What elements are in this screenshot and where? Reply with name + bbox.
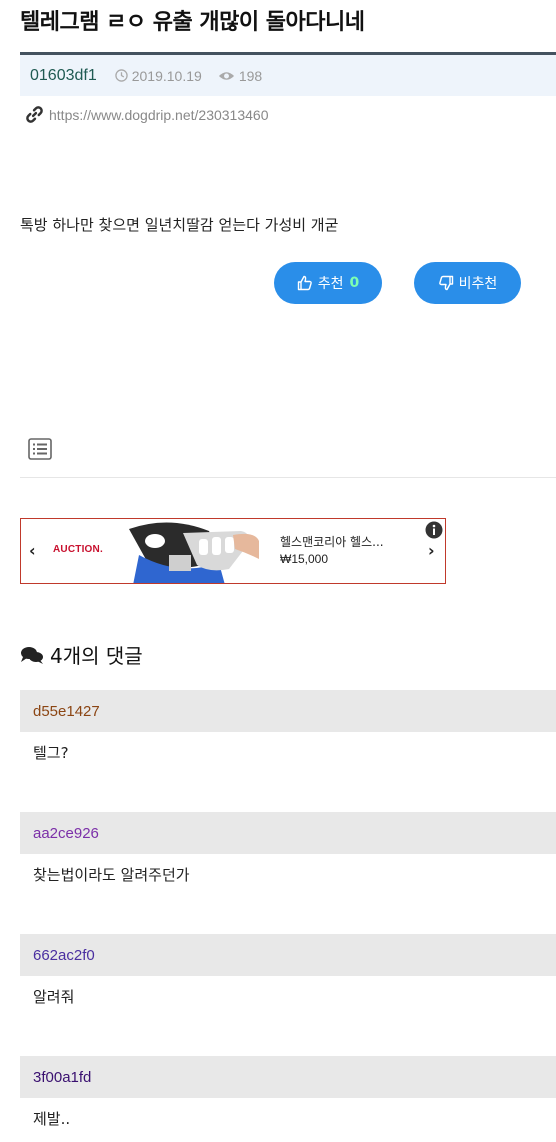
ad-logo: AUCTION. <box>53 544 103 555</box>
ad-prev-button[interactable]: ‹ <box>29 541 36 560</box>
clock-icon <box>115 69 128 82</box>
downvote-label: 비추천 <box>458 276 498 292</box>
comment-text: 제발.. <box>33 1110 71 1128</box>
eye-icon <box>218 71 234 80</box>
comment-author-bar: 3f00a1fd <box>20 1056 556 1098</box>
post-url-row[interactable]: https://www.dogdrip.net/230313460 <box>26 106 269 123</box>
comment-text: 텔그? <box>33 744 69 762</box>
upvote-label: 추천 <box>317 276 344 292</box>
post-title: 텔레그램 ㄹㅇ 유출 개많이 돌아다니네 <box>20 10 365 35</box>
post-views-value: 198 <box>238 67 263 84</box>
post-date-value: 2019.10.19 <box>131 67 202 84</box>
list-icon <box>28 438 52 460</box>
list-button[interactable] <box>28 438 52 464</box>
upvote-count: 0 <box>349 275 360 291</box>
thumbs-up-icon <box>297 275 312 291</box>
comment-text: 찾는법이라도 알려주던가 <box>33 866 190 884</box>
upvote-button[interactable]: 추천 0 <box>274 262 382 304</box>
post-views: 198 <box>218 68 262 84</box>
comments-header: 4개의 댓글 <box>20 640 143 669</box>
ad-product-name[interactable]: 헬스맨코리아 헬스... <box>280 533 384 550</box>
ad-product-image <box>109 519 259 583</box>
comment-author[interactable]: d55e1427 <box>33 703 100 720</box>
post-url[interactable]: https://www.dogdrip.net/230313460 <box>49 107 269 123</box>
comment-author-bar: d55e1427 <box>20 690 556 732</box>
info-icon[interactable] <box>425 521 443 539</box>
comment-author-bar: 662ac2f0 <box>20 934 556 976</box>
comments-icon <box>21 646 43 664</box>
content-divider <box>20 477 556 478</box>
ad-banner[interactable]: ‹ AUCTION. 헬스맨코리아 헬스... ₩15,000 › <box>20 518 446 584</box>
comments-count-label: 4개의 댓글 <box>50 644 143 668</box>
link-icon <box>26 106 43 123</box>
post-meta-bar: 01603df1 2019.10.19 198 <box>20 52 556 96</box>
post-date: 2019.10.19 <box>115 68 202 84</box>
ad-product-price: ₩15,000 <box>280 552 329 566</box>
thumbs-down-icon <box>438 275 453 291</box>
comment-author[interactable]: 662ac2f0 <box>33 947 95 964</box>
downvote-button[interactable]: 비추천 <box>414 262 521 304</box>
comment-author-bar: aa2ce926 <box>20 812 556 854</box>
post-body: 톡방 하나만 찾으면 일년치딸감 얻는다 가성비 개굳 <box>20 216 339 234</box>
comment-author[interactable]: aa2ce926 <box>33 825 99 842</box>
comment-text: 알려줘 <box>33 988 75 1006</box>
comment-author[interactable]: 3f00a1fd <box>33 1069 91 1086</box>
ad-next-button[interactable]: › <box>428 541 435 560</box>
post-author[interactable]: 01603df1 <box>30 67 97 85</box>
